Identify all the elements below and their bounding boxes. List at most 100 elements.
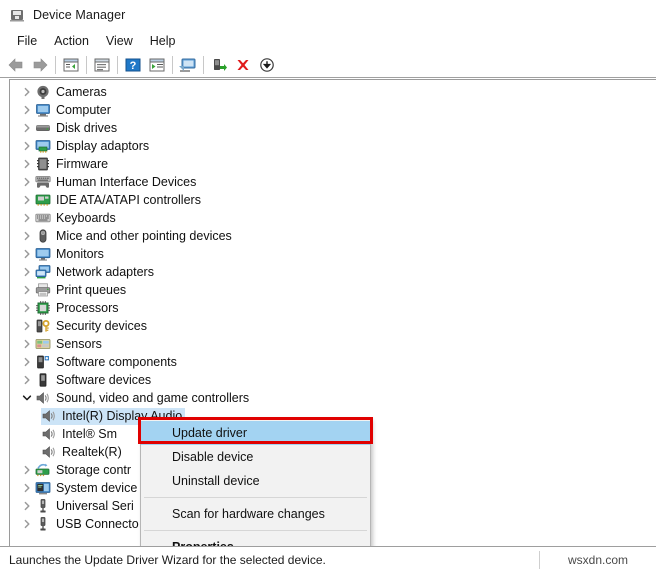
forward-arrow-icon[interactable] xyxy=(28,53,52,77)
chevron-right-icon[interactable] xyxy=(19,245,35,263)
tree-node-content[interactable]: Storage contr xyxy=(35,462,134,479)
menu-file[interactable]: File xyxy=(9,32,46,50)
tree-node[interactable]: Keyboards xyxy=(10,209,656,227)
tree-node-content[interactable]: Firmware xyxy=(35,156,111,173)
menu-help[interactable]: Help xyxy=(142,32,185,50)
tree-node[interactable]: Software devices xyxy=(10,371,656,389)
chevron-right-icon[interactable] xyxy=(19,137,35,155)
sensor-icon xyxy=(35,336,51,352)
tree-node-content[interactable]: Keyboards xyxy=(35,210,119,227)
tree-node-label: Mice and other pointing devices xyxy=(56,229,232,243)
menu-view[interactable]: View xyxy=(98,32,142,50)
uninstall-device-icon[interactable] xyxy=(231,53,255,77)
update-driver-toolbar-icon[interactable] xyxy=(145,53,169,77)
tree-node-content[interactable]: Network adapters xyxy=(35,264,157,281)
chevron-right-icon[interactable] xyxy=(19,209,35,227)
tree-node-content[interactable]: IDE ATA/ATAPI controllers xyxy=(35,192,204,209)
help-icon[interactable]: ? xyxy=(121,53,145,77)
tree-node-label: Sound, video and game controllers xyxy=(56,391,250,405)
system-device-icon xyxy=(35,480,51,496)
scan-hardware-changes-icon[interactable] xyxy=(176,53,200,77)
tree-node[interactable]: Security devices xyxy=(10,317,656,335)
tree-node-content[interactable]: Software components xyxy=(35,354,180,371)
tree-node-content[interactable]: Processors xyxy=(35,300,122,317)
chevron-right-icon[interactable] xyxy=(19,371,35,389)
firmware-icon xyxy=(35,156,51,172)
chevron-right-icon[interactable] xyxy=(19,191,35,209)
tree-node-content[interactable]: Human Interface Devices xyxy=(35,174,199,191)
context-menu-item-uninstall-device[interactable]: Uninstall device xyxy=(141,469,370,493)
tree-node-content[interactable]: Display adaptors xyxy=(35,138,152,155)
tree-node[interactable]: Computer xyxy=(10,101,656,119)
tree-node-content[interactable]: Print queues xyxy=(35,282,129,299)
chevron-right-icon[interactable] xyxy=(19,479,35,497)
speaker-icon xyxy=(41,426,57,442)
context-menu-item-disable-device[interactable]: Disable device xyxy=(141,445,370,469)
chevron-right-icon[interactable] xyxy=(19,515,35,533)
tree-node[interactable]: Processors xyxy=(10,299,656,317)
tree-node[interactable]: Print queues xyxy=(10,281,656,299)
chevron-right-icon[interactable] xyxy=(19,497,35,515)
tree-node-label: Network adapters xyxy=(56,265,154,279)
tree-node-content[interactable]: Mice and other pointing devices xyxy=(35,228,235,245)
tree-node[interactable]: Human Interface Devices xyxy=(10,173,656,191)
chevron-right-icon[interactable] xyxy=(19,173,35,191)
chevron-right-icon[interactable] xyxy=(19,317,35,335)
tree-node-content[interactable]: Computer xyxy=(35,102,114,119)
tree-node-label: Software devices xyxy=(56,373,152,387)
tree-node-label: Sensors xyxy=(56,337,102,351)
tree-node[interactable]: Firmware xyxy=(10,155,656,173)
tree-node-content[interactable]: Monitors xyxy=(35,246,107,263)
tree-node[interactable]: Disk drives xyxy=(10,119,656,137)
tree-node-content[interactable]: Universal Seri xyxy=(35,498,137,515)
tree-node[interactable]: Software components xyxy=(10,353,656,371)
tree-node-content[interactable]: Sound, video and game controllers xyxy=(35,390,252,407)
back-arrow-icon[interactable] xyxy=(4,53,28,77)
tree-node-label: Universal Seri xyxy=(56,499,134,513)
tree-node-content[interactable]: Intel® Sm xyxy=(41,426,120,443)
tree-node-label: Intel® Sm xyxy=(62,427,118,441)
tree-node-content[interactable]: Disk drives xyxy=(35,120,120,137)
tree-node[interactable]: Network adapters xyxy=(10,263,656,281)
show-hide-console-tree-icon[interactable] xyxy=(59,53,83,77)
security-device-icon xyxy=(35,318,51,334)
chevron-right-icon[interactable] xyxy=(19,263,35,281)
chevron-right-icon[interactable] xyxy=(19,101,35,119)
tree-node-content[interactable]: Security devices xyxy=(35,318,150,335)
tree-node[interactable]: Sensors xyxy=(10,335,656,353)
toolbar-separator xyxy=(117,55,118,74)
menu-action[interactable]: Action xyxy=(46,32,98,50)
disk-drive-icon xyxy=(35,120,51,136)
chevron-right-icon[interactable] xyxy=(19,155,35,173)
disable-device-icon[interactable] xyxy=(255,53,279,77)
chevron-right-icon[interactable] xyxy=(19,461,35,479)
enable-device-icon[interactable] xyxy=(207,53,231,77)
properties-icon[interactable] xyxy=(90,53,114,77)
device-context-menu[interactable]: Update driver Disable device Uninstall dev… xyxy=(140,418,371,563)
chevron-right-icon[interactable] xyxy=(19,335,35,353)
context-menu-item-scan-for-hardware-changes[interactable]: Scan for hardware changes xyxy=(141,502,370,526)
chevron-right-icon[interactable] xyxy=(19,281,35,299)
chevron-down-icon[interactable] xyxy=(19,389,35,407)
chevron-right-icon[interactable] xyxy=(19,227,35,245)
tree-node[interactable]: Sound, video and game controllers xyxy=(10,389,656,407)
tree-node-content[interactable]: Software devices xyxy=(35,372,154,389)
tree-node-content[interactable]: Sensors xyxy=(35,336,105,353)
chevron-right-icon[interactable] xyxy=(19,83,35,101)
tree-node[interactable]: Display adaptors xyxy=(10,137,656,155)
tree-node[interactable]: Cameras xyxy=(10,83,656,101)
tree-node[interactable]: IDE ATA/ATAPI controllers xyxy=(10,191,656,209)
tree-node[interactable]: Mice and other pointing devices xyxy=(10,227,656,245)
context-menu-item-update-driver[interactable]: Update driver xyxy=(141,421,370,445)
tree-node-content[interactable]: USB Connecto xyxy=(35,516,142,533)
chevron-right-icon[interactable] xyxy=(19,119,35,137)
tree-node-content[interactable]: System device xyxy=(35,480,140,497)
tree-node-content[interactable]: Cameras xyxy=(35,84,110,101)
chevron-right-icon[interactable] xyxy=(19,353,35,371)
tree-node-content[interactable]: Realtek(R) xyxy=(41,444,125,461)
speaker-icon xyxy=(41,408,57,424)
tree-node[interactable]: Monitors xyxy=(10,245,656,263)
tree-node-label: Software components xyxy=(56,355,177,369)
watermark-text: wsxdn.com xyxy=(567,552,629,567)
chevron-right-icon[interactable] xyxy=(19,299,35,317)
